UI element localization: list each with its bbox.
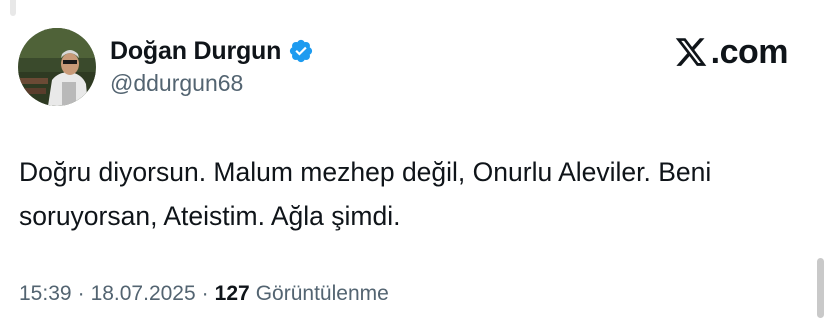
x-logo-icon	[673, 35, 709, 69]
meta-separator: ·	[201, 282, 209, 305]
meta-separator: ·	[77, 282, 85, 305]
tweet-date[interactable]: 18.07.2025	[91, 282, 196, 306]
author-handle[interactable]: @ddurgun68	[110, 70, 243, 97]
tweet-text: Doğru diyorsun. Malum mezhep değil, Onur…	[19, 157, 712, 231]
x-brand: .com	[673, 32, 789, 72]
author-name-row: Doğan Durgun	[110, 36, 314, 66]
top-edge-stub	[10, 0, 16, 16]
brand-domain: .com	[710, 32, 789, 71]
tweet-meta: 15:39 · 18.07.2025 · 127 Görüntülenme	[19, 282, 389, 306]
views-count[interactable]: 127	[215, 282, 250, 306]
views-label[interactable]: Görüntülenme	[256, 282, 389, 306]
avatar[interactable]	[18, 28, 96, 106]
display-name[interactable]: Doğan Durgun	[110, 37, 281, 66]
verified-badge-icon	[288, 38, 314, 64]
scrollbar[interactable]	[817, 258, 824, 318]
avatar-photo	[18, 28, 96, 106]
tweet-time[interactable]: 15:39	[19, 282, 72, 306]
